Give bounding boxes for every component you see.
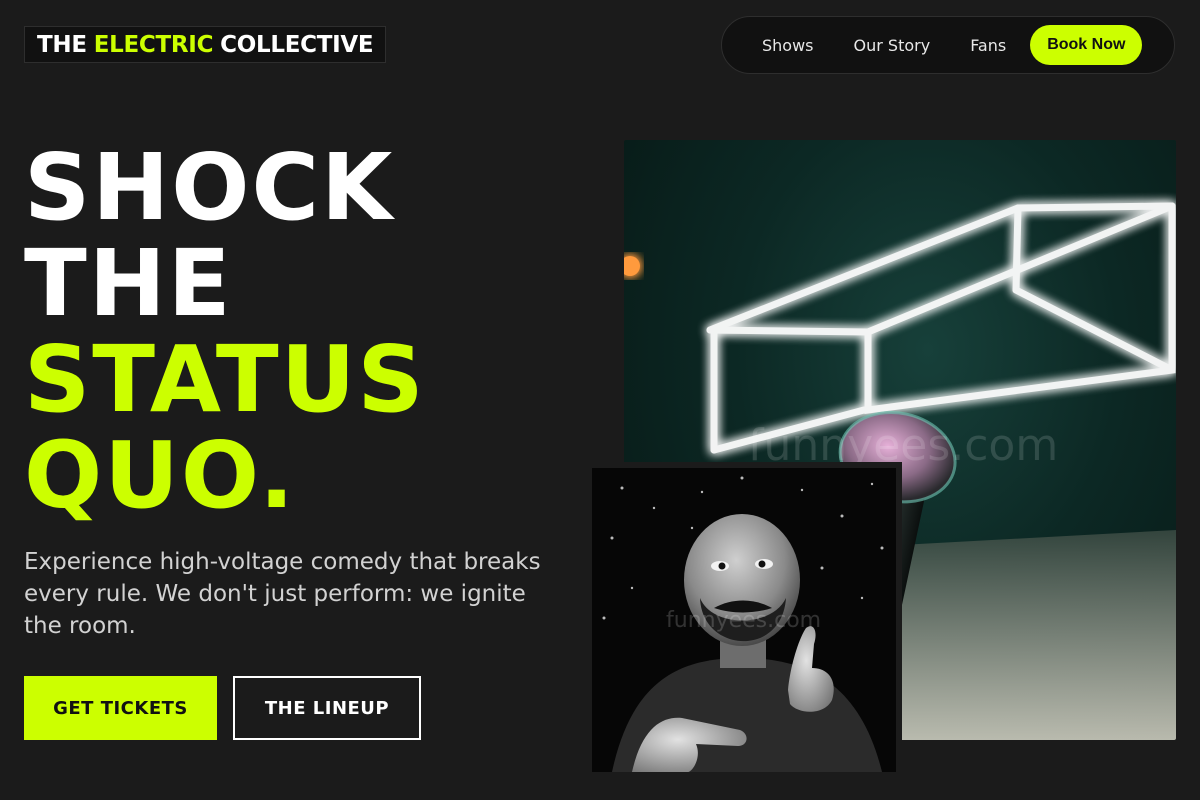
headline-line-2: THE [24,230,233,337]
portrait-watermark: funnyees.com [666,608,822,633]
headline-line-4: QUO. [24,422,297,529]
get-tickets-button[interactable]: GET TICKETS [24,676,217,740]
brand-word-electric: ELECTRIC [93,31,214,58]
the-lineup-button[interactable]: THE LINEUP [233,676,421,740]
stage-watermark: funnyees.com [748,420,1059,471]
nav-link-shows[interactable]: Shows [742,36,834,55]
headline-line-3: STATUS [24,326,426,433]
comedian-portrait-photo: funnyees.com [592,468,896,772]
brand-word-collective: COLLECTIVE [220,31,374,58]
hero-subtext: Experience high-voltage comedy that brea… [24,549,541,639]
hero-headline: SHOCK THE STATUS QUO. [24,140,426,524]
brand-word-the: THE [37,31,87,58]
nav-link-fans[interactable]: Fans [950,36,1026,55]
brand-logo[interactable]: THE ELECTRIC COLLECTIVE [24,26,387,63]
landing-page: THE ELECTRIC COLLECTIVE Shows Our Story … [0,0,1200,800]
nav-link-our-story[interactable]: Our Story [834,36,951,55]
book-now-button[interactable]: Book Now [1030,25,1143,65]
headline-line-1: SHOCK [24,134,395,241]
main-nav: Shows Our Story Fans Book Now [721,16,1175,74]
